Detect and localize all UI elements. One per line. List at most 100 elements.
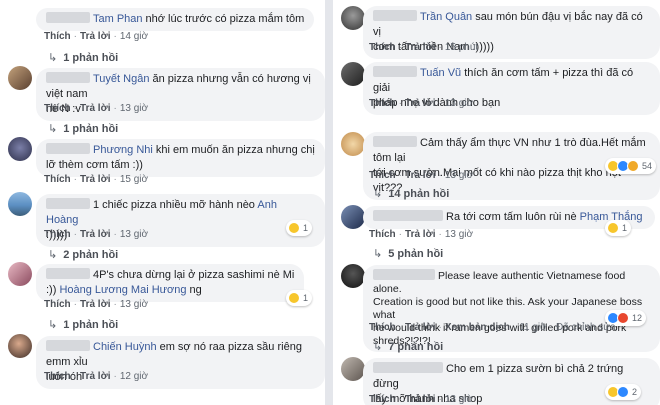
avatar[interactable]	[341, 132, 365, 156]
comment-time[interactable]: 13 giờ	[120, 299, 148, 310]
view-replies-link[interactable]: ↳ 14 phản hồi	[373, 187, 449, 200]
avatar[interactable]	[341, 264, 365, 288]
commenter-name[interactable]: Tam Phan	[93, 13, 143, 25]
reply-arrow-icon: ↳	[48, 319, 58, 331]
reply-link[interactable]: Trả lời	[405, 229, 435, 240]
reply-arrow-icon: ↳	[48, 249, 58, 261]
reaction-summary[interactable]: 54	[605, 158, 657, 174]
reply-link[interactable]: Trả lời	[80, 174, 110, 185]
avatar[interactable]	[8, 262, 32, 286]
like-link[interactable]: Thích	[369, 229, 396, 240]
like-link[interactable]: Thích	[369, 322, 396, 333]
reaction-count: 2	[632, 387, 638, 397]
like-link[interactable]: Thích	[369, 98, 396, 109]
reply-link[interactable]: Trả lời	[405, 394, 435, 405]
reaction-summary[interactable]: 1	[286, 290, 313, 306]
commenter-name[interactable]: Phương Nhi	[93, 144, 153, 156]
like-link[interactable]: Thích	[369, 170, 396, 181]
comment-time[interactable]: 13 giờ	[445, 229, 473, 240]
avatar[interactable]	[8, 137, 32, 161]
view-replies-link[interactable]: ↳ 1 phản hồi	[48, 318, 118, 331]
like-link[interactable]: Thích	[369, 394, 396, 405]
comment-actions: Thích · Trả lời · 12 giờ	[44, 371, 149, 382]
commenter-name[interactable]: Trần Quân	[420, 11, 472, 23]
reply-link[interactable]: Trả lời	[80, 371, 110, 382]
reaction-count: 1	[303, 293, 309, 303]
comment-time[interactable]: 13 giờ	[445, 98, 473, 109]
comment-time[interactable]: 13 giờ	[445, 394, 473, 405]
comment-time[interactable]: 15 phút	[445, 42, 478, 53]
reply-link[interactable]: Trả lời	[405, 98, 435, 109]
redacted-name	[373, 362, 443, 373]
comment-actions: Thích · Trả lời · 14 giờ	[44, 31, 149, 42]
redacted-name	[46, 198, 90, 209]
comment-bubble: 4P's chưa dừng lại ở pizza sashimi nè Mi…	[36, 264, 305, 302]
reply-link[interactable]: Trả lời	[405, 42, 435, 53]
reply-arrow-icon: ↳	[373, 341, 383, 353]
comment-text: :))	[46, 284, 57, 296]
comment-text: 4P's chưa dừng lại ở pizza sashimi nè Mi	[93, 269, 295, 281]
like-link[interactable]: Thích	[44, 229, 71, 240]
like-link[interactable]: Thích	[44, 299, 71, 310]
comment-actions: Thích · Trả lời · Xem bản dịch · 11 giờ · Đã chỉ…	[369, 322, 616, 333]
reply-link[interactable]: Trả lời	[80, 229, 110, 240]
like-link[interactable]: Thích	[369, 42, 396, 53]
commenter-name[interactable]: Chiến Huỳnh	[93, 341, 157, 353]
avatar[interactable]	[8, 66, 32, 90]
avatar[interactable]	[8, 334, 32, 358]
comment-time[interactable]: 13 giờ	[120, 103, 148, 114]
comment-time[interactable]: 13 giờ	[445, 170, 473, 181]
like-reaction-icon	[617, 386, 629, 398]
mention-link[interactable]: Hoàng Lương Mai Hương	[59, 284, 186, 296]
comment-time[interactable]: 11 giờ	[519, 322, 547, 333]
redacted-name	[373, 136, 417, 147]
redacted-name	[46, 72, 90, 83]
reply-link[interactable]: Trả lời	[405, 322, 435, 333]
comment-actions: Thích · Trả lời · 15 phút	[369, 42, 479, 53]
view-replies-link[interactable]: ↳ 1 phản hồi	[48, 51, 118, 64]
column-divider	[325, 0, 333, 405]
comment-actions: Thích · Trả lời · 13 giờ	[369, 98, 474, 109]
comment-actions: Thích · Trả lời · 15 giờ	[44, 174, 149, 185]
reply-link[interactable]: Trả lời	[405, 170, 435, 181]
redacted-name	[373, 210, 443, 221]
edited-label[interactable]: Đã chỉnh sửa	[556, 322, 616, 333]
avatar[interactable]	[341, 205, 365, 229]
comment-time[interactable]: 13 giờ	[120, 229, 148, 240]
like-link[interactable]: Thích	[44, 31, 71, 42]
reaction-count: 1	[622, 223, 628, 233]
avatar[interactable]	[8, 192, 32, 216]
like-link[interactable]: Thích	[44, 103, 71, 114]
translate-link[interactable]: Xem bản dịch	[445, 322, 510, 333]
view-replies-link[interactable]: ↳ 1 phản hồi	[48, 122, 118, 135]
commenter-name[interactable]: Tuyết Ngân	[93, 73, 149, 85]
reply-arrow-icon: ↳	[48, 123, 58, 135]
reaction-summary[interactable]: 1	[605, 220, 632, 236]
avatar[interactable]	[341, 62, 365, 86]
view-replies-link[interactable]: ↳ 2 phản hồi	[48, 248, 118, 261]
reply-arrow-icon: ↳	[373, 188, 383, 200]
view-replies-link[interactable]: ↳ 5 phản hồi	[373, 247, 443, 260]
comment-time[interactable]: 14 giờ	[120, 31, 148, 42]
reaction-count: 54	[642, 161, 653, 171]
reply-link[interactable]: Trả lời	[80, 103, 110, 114]
comment-bubble: Tam Phan nhớ lúc trước có pizza mắm tôm	[36, 8, 315, 31]
avatar[interactable]	[341, 6, 365, 30]
redacted-name	[373, 10, 417, 21]
reaction-count: 12	[632, 313, 643, 323]
comment-text: Ra tới cơm tấm luôn rùi nè	[446, 211, 577, 223]
avatar[interactable]	[341, 357, 365, 381]
reaction-summary[interactable]: 1	[286, 220, 313, 236]
comment-time[interactable]: 15 giờ	[120, 174, 148, 185]
reply-link[interactable]: Trả lời	[80, 299, 110, 310]
wow-reaction-icon	[627, 160, 639, 172]
reaction-summary[interactable]: 2	[605, 384, 642, 400]
view-replies-link[interactable]: ↳ 7 phản hồi	[373, 340, 443, 353]
like-link[interactable]: Thích	[44, 371, 71, 382]
like-link[interactable]: Thích	[44, 174, 71, 185]
comment-time[interactable]: 12 giờ	[120, 371, 148, 382]
redacted-name	[46, 340, 90, 351]
reply-link[interactable]: Trả lời	[80, 31, 110, 42]
commenter-name[interactable]: Tuấn Vũ	[420, 67, 461, 79]
comment-bubble: Please leave authentic Vietnamese food a…	[363, 265, 660, 352]
